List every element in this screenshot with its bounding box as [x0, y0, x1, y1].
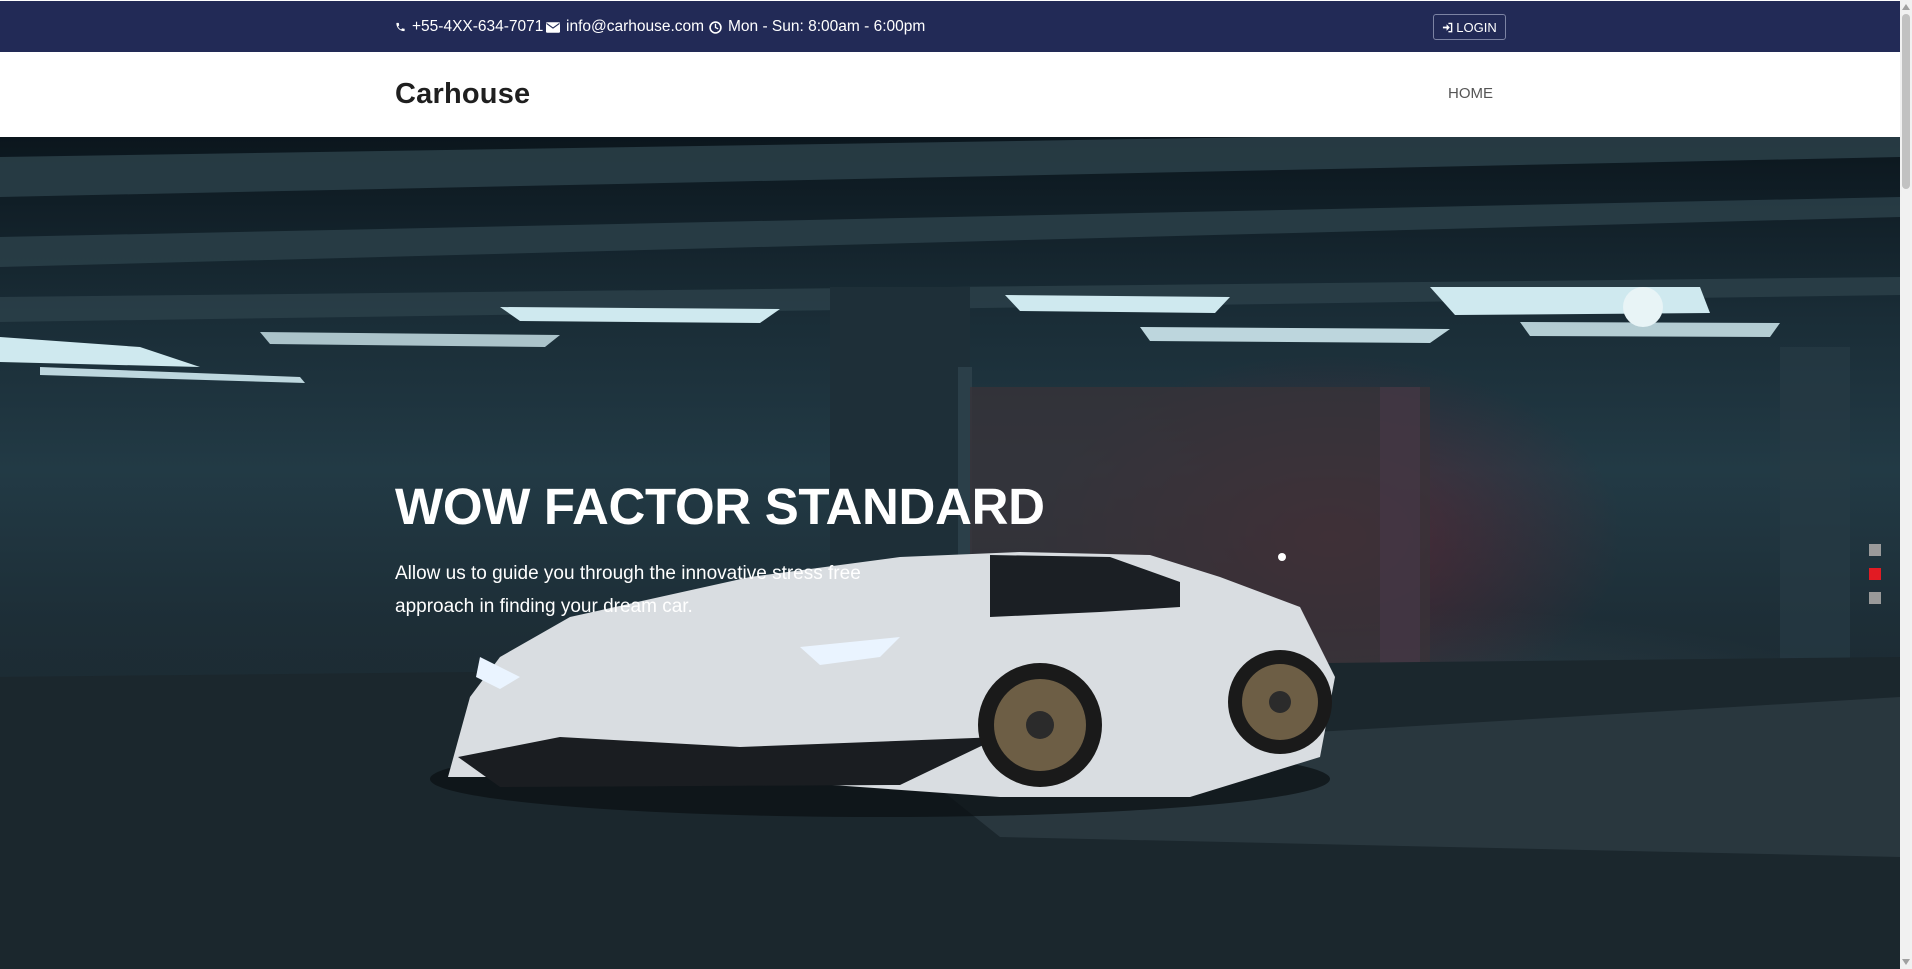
scrollbar-thumb[interactable]: [1902, 14, 1910, 189]
contact-phone[interactable]: +55-4XX-634-7071: [395, 18, 543, 36]
slider-dot-1[interactable]: [1869, 544, 1881, 556]
sign-in-icon: [1442, 22, 1453, 33]
contact-email[interactable]: info@carhouse.com: [546, 18, 704, 36]
envelope-icon: [546, 21, 560, 33]
hours-text: Mon - Sun: 8:00am - 6:00pm: [728, 18, 926, 35]
phone-text: +55-4XX-634-7071: [412, 18, 544, 35]
hero-subtitle: Allow us to guide you through the innova…: [395, 563, 861, 617]
hero-background-image: [0, 137, 1900, 969]
business-hours: Mon - Sun: 8:00am - 6:00pm: [709, 18, 925, 36]
brand-logo[interactable]: Carhouse: [395, 78, 530, 111]
page-scrollbar[interactable]: [1900, 0, 1912, 969]
slider-dot-2[interactable]: [1869, 568, 1881, 580]
nav-item-home[interactable]: HOME: [1448, 85, 1493, 102]
email-text: info@carhouse.com: [566, 18, 705, 35]
hero-slider: WOW FACTOR STANDARD Allow us to guide yo…: [0, 137, 1900, 969]
main-navbar: Carhouse HOME: [0, 52, 1900, 138]
hero-title: WOW FACTOR STANDARD: [395, 478, 1045, 535]
login-button[interactable]: LOGIN: [1433, 14, 1506, 40]
clock-icon: [709, 20, 722, 34]
login-label: LOGIN: [1456, 19, 1497, 35]
scroll-down-arrow-icon[interactable]: [1902, 958, 1910, 966]
slider-dot-3[interactable]: [1869, 592, 1881, 604]
top-info-bar: +55-4XX-634-7071 info@carhouse.com Mon -…: [0, 1, 1900, 52]
scroll-up-arrow-icon[interactable]: [1902, 3, 1910, 11]
phone-icon: [395, 21, 406, 33]
